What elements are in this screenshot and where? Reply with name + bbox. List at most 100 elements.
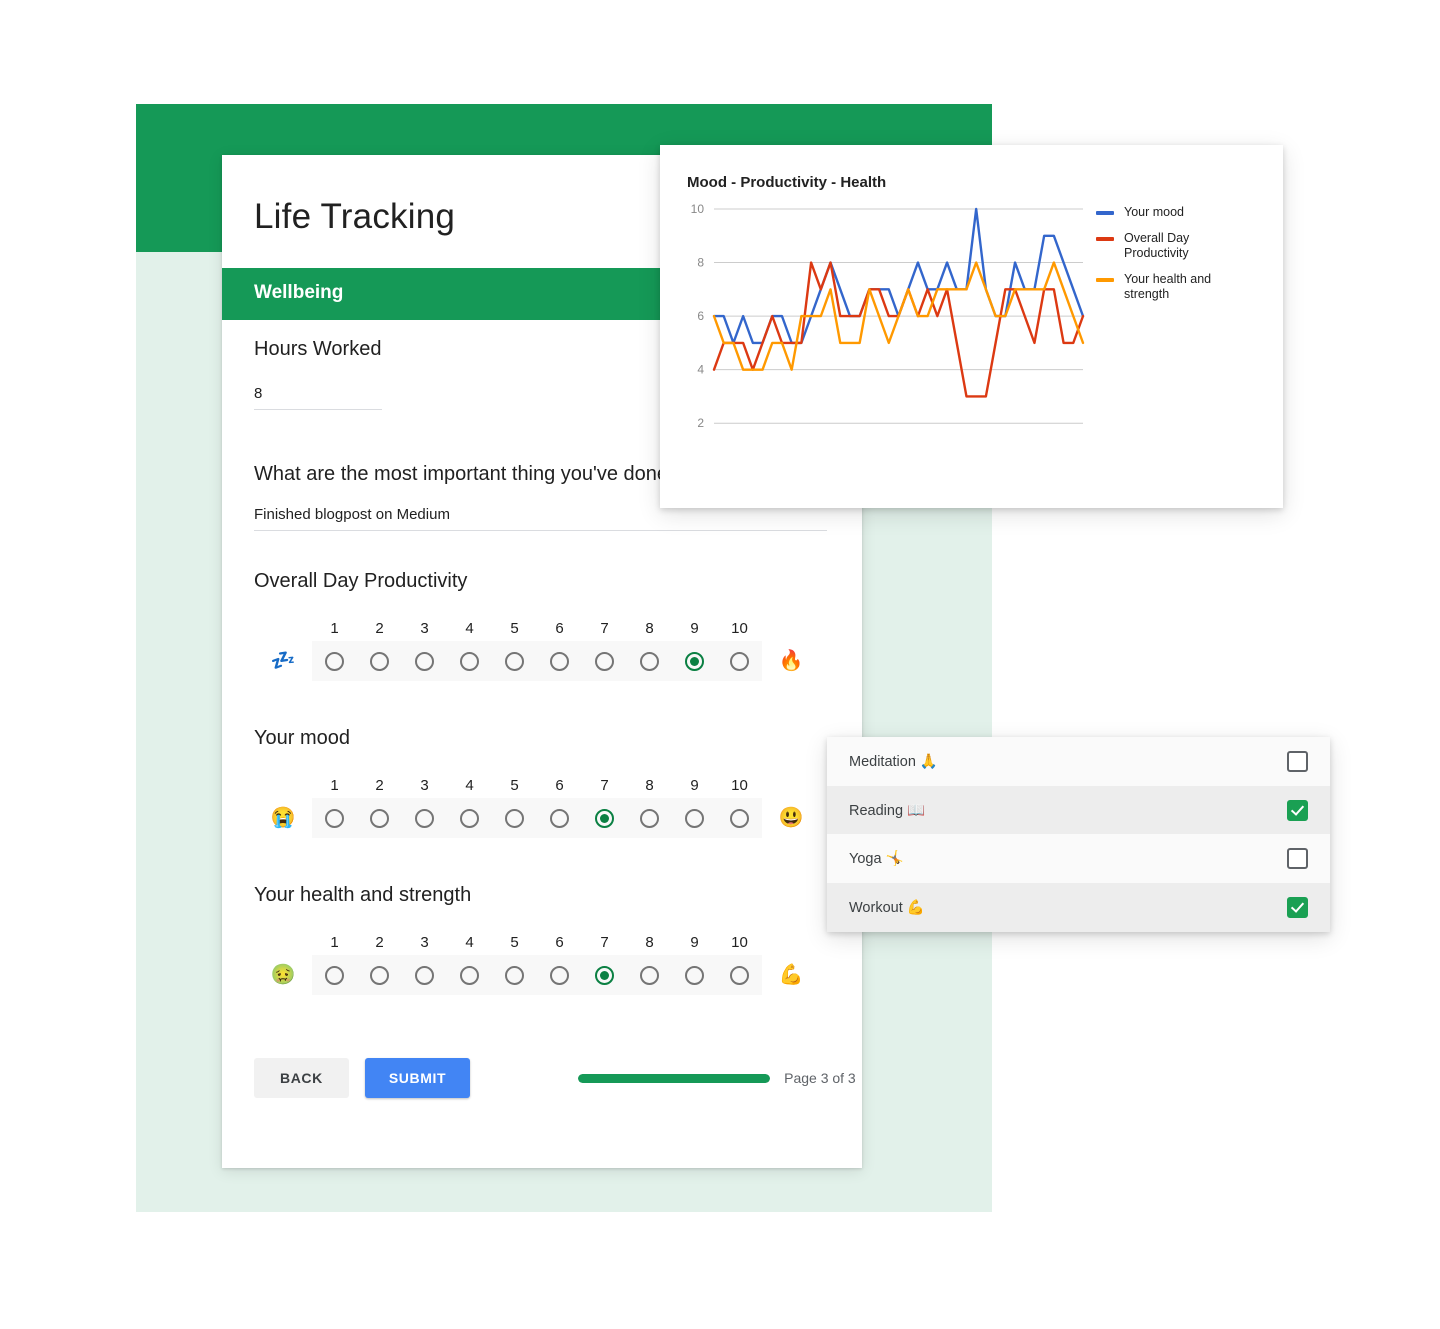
scale-high-emoji: 🔥	[778, 650, 804, 672]
scale-option-1[interactable]	[312, 955, 357, 995]
hours-worked-input[interactable]: 8	[254, 385, 382, 410]
scale-option-3[interactable]	[402, 955, 447, 995]
scale-option-7[interactable]	[582, 798, 627, 838]
svg-text:6: 6	[697, 309, 704, 323]
scale-option-6[interactable]	[537, 641, 582, 681]
scale-option-8[interactable]	[627, 798, 672, 838]
radio-icon[interactable]	[370, 965, 389, 985]
checklist-item-yoga[interactable]: Yoga 🤸	[827, 834, 1330, 884]
radio-icon[interactable]	[325, 808, 344, 828]
scale-tick: 8	[645, 619, 654, 637]
radio-icon-selected[interactable]	[685, 651, 704, 671]
radio-icon[interactable]	[730, 808, 749, 828]
scale-option-4[interactable]	[447, 955, 492, 995]
scale-option-4[interactable]	[447, 798, 492, 838]
scale-option-1[interactable]	[312, 798, 357, 838]
scale-option-10[interactable]	[717, 641, 762, 681]
checkbox-icon[interactable]	[1287, 750, 1308, 772]
radio-icon[interactable]	[640, 965, 659, 985]
form-footer: BACK SUBMIT Page 3 of 3	[254, 1058, 856, 1098]
scale-option-1[interactable]	[312, 641, 357, 681]
radio-icon[interactable]	[415, 965, 434, 985]
radio-icon[interactable]	[460, 808, 479, 828]
your-health-label: Your health and strength	[254, 884, 472, 906]
radio-icon[interactable]	[370, 651, 389, 671]
scale-option-10[interactable]	[717, 955, 762, 995]
scale-option-6[interactable]	[537, 955, 582, 995]
radio-icon[interactable]	[415, 651, 434, 671]
checklist-item-meditation[interactable]: Meditation 🙏	[827, 737, 1330, 786]
checkbox-icon-checked[interactable]	[1287, 799, 1308, 821]
scale-tick: 5	[510, 776, 519, 794]
radio-icon-selected[interactable]	[595, 808, 614, 828]
scale-option-2[interactable]	[357, 798, 402, 838]
checklist-item-reading[interactable]: Reading 📖	[827, 785, 1330, 835]
your-mood-scale: 1 2 3 4 5 6 7 8 9 10 😭 😃	[254, 772, 820, 838]
checkbox-icon-checked[interactable]	[1287, 896, 1308, 918]
radio-icon[interactable]	[640, 651, 659, 671]
radio-icon[interactable]	[370, 808, 389, 828]
scale-option-2[interactable]	[357, 641, 402, 681]
radio-icon[interactable]	[505, 965, 524, 985]
radio-icon[interactable]	[460, 651, 479, 671]
radio-icon[interactable]	[550, 965, 569, 985]
scale-option-9[interactable]	[672, 641, 717, 681]
scale-tick: 2	[375, 776, 384, 794]
radio-icon[interactable]	[505, 651, 524, 671]
scale-option-4[interactable]	[447, 641, 492, 681]
checkbox-icon[interactable]	[1287, 848, 1308, 870]
submit-button[interactable]: SUBMIT	[364, 1058, 471, 1098]
scale-option-7[interactable]	[582, 641, 627, 681]
important-thing-input[interactable]: Finished blogpost on Medium	[254, 506, 827, 531]
radio-icon[interactable]	[685, 965, 704, 985]
radio-icon[interactable]	[325, 965, 344, 985]
scale-tick: 10	[731, 933, 748, 951]
scale-option-3[interactable]	[402, 798, 447, 838]
radio-icon[interactable]	[595, 651, 614, 671]
radio-icon[interactable]	[505, 808, 524, 828]
scale-radio-group[interactable]	[312, 641, 762, 681]
overall-day-productivity-label: Overall Day Productivity	[254, 570, 468, 592]
radio-icon[interactable]	[460, 965, 479, 985]
scale-option-5[interactable]	[492, 641, 537, 681]
scale-option-10[interactable]	[717, 798, 762, 838]
radio-icon[interactable]	[730, 965, 749, 985]
chart-title: Mood - Productivity - Health	[687, 174, 887, 191]
back-button[interactable]: BACK	[254, 1058, 349, 1098]
radio-icon[interactable]	[730, 651, 749, 671]
scale-tick-row: 1 2 3 4 5 6 7 8 9 10	[254, 772, 820, 798]
radio-icon[interactable]	[685, 808, 704, 828]
scale-tick: 1	[330, 776, 339, 794]
radio-icon[interactable]	[415, 808, 434, 828]
scale-tick: 5	[510, 619, 519, 637]
legend-item-overall-day-productivity: Overall Day Productivity	[1096, 231, 1244, 261]
legend-label: Overall Day Productivity	[1124, 231, 1190, 260]
scale-radio-group[interactable]	[312, 955, 762, 995]
checklist-label: Yoga 🤸	[849, 851, 904, 868]
legend-item-your-health-and-strength: Your health and strength	[1096, 272, 1244, 302]
scale-option-9[interactable]	[672, 955, 717, 995]
scale-option-6[interactable]	[537, 798, 582, 838]
scale-option-8[interactable]	[627, 955, 672, 995]
scale-option-3[interactable]	[402, 641, 447, 681]
scale-option-9[interactable]	[672, 798, 717, 838]
radio-icon[interactable]	[640, 808, 659, 828]
checklist-label: Reading 📖	[849, 802, 926, 819]
radio-icon[interactable]	[325, 651, 344, 671]
scale-option-8[interactable]	[627, 641, 672, 681]
scale-option-7[interactable]	[582, 955, 627, 995]
scale-option-2[interactable]	[357, 955, 402, 995]
scale-radio-group[interactable]	[312, 798, 762, 838]
radio-icon-selected[interactable]	[595, 965, 614, 985]
scale-tick: 3	[420, 776, 429, 794]
checklist-item-workout[interactable]: Workout 💪	[827, 883, 1330, 932]
scale-option-5[interactable]	[492, 955, 537, 995]
scale-tick: 4	[465, 776, 474, 794]
question-your-mood: Your mood 1 2 3 4 5 6 7 8 9 10 😭 😃	[254, 727, 820, 838]
scale-tick: 7	[600, 776, 609, 794]
page-counter: Page 3 of 3	[784, 1070, 856, 1086]
radio-icon[interactable]	[550, 808, 569, 828]
radio-icon[interactable]	[550, 651, 569, 671]
habits-checklist-card: Meditation 🙏 Reading 📖 Yoga 🤸 Workout 💪	[827, 737, 1330, 932]
scale-option-5[interactable]	[492, 798, 537, 838]
